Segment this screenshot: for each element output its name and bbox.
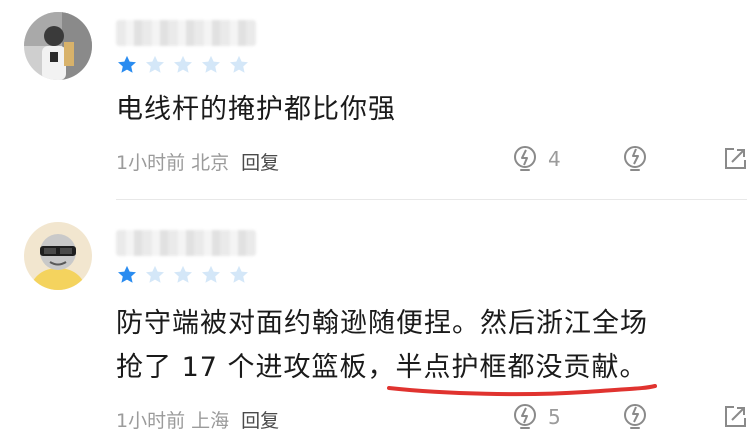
star-empty-icon xyxy=(202,55,220,73)
star-empty-icon xyxy=(174,55,192,73)
comment-body-line: 防守端被对面约翰逊随便捏。然后浙江全场 xyxy=(116,308,648,339)
like-count: 4 xyxy=(548,147,561,171)
highlighted-text: 半点护框都没贡献 xyxy=(395,352,620,383)
comment-actions: 4 xyxy=(510,144,747,174)
star-empty-icon xyxy=(202,265,220,283)
comment-item: 防守端被对面约翰逊随便捏。然后浙江全场 抢了 17 个进攻篮板，半点护框都没贡献… xyxy=(0,200,747,446)
avatar-cartoon-icon xyxy=(24,222,92,290)
star-empty-icon xyxy=(174,265,192,283)
dislike-button[interactable] xyxy=(620,144,720,174)
like-button[interactable]: 5 xyxy=(510,402,620,432)
share-icon xyxy=(725,406,746,427)
star-filled-icon xyxy=(118,55,136,73)
rating-stars xyxy=(116,54,250,76)
username-obscured xyxy=(116,230,256,256)
comment-text-segment: 抢了 17 个进攻篮板， xyxy=(116,352,396,383)
comment-body: 电线杆的掩护都比你强 xyxy=(116,94,396,125)
comment-location: 北京 xyxy=(191,152,230,174)
comment-meta: 1小时前 北京 回复 xyxy=(116,148,279,175)
share-button[interactable] xyxy=(720,402,747,432)
lightbulb-up-icon xyxy=(514,404,536,429)
reply-button[interactable]: 回复 xyxy=(241,406,279,433)
star-empty-icon xyxy=(230,265,248,283)
share-button[interactable] xyxy=(720,144,747,174)
comment-meta: 1小时前 上海 回复 xyxy=(116,406,279,433)
comment-body: 防守端被对面约翰逊随便捏。然后浙江全场 抢了 17 个进攻篮板，半点护框都没贡献… xyxy=(116,302,717,390)
avatar-photo-icon xyxy=(24,12,92,80)
avatar[interactable] xyxy=(24,222,92,290)
comment-list: 电线杆的掩护都比你强 1小时前 北京 回复 4 防守端被对面约翰逊随便捏。然后浙… xyxy=(0,0,747,446)
comment-actions: 5 xyxy=(510,402,747,432)
username-obscured xyxy=(116,20,256,46)
like-count: 5 xyxy=(548,405,561,429)
comment-body-line: 抢了 17 个进攻篮板，半点护框都没贡献。 xyxy=(116,346,717,390)
star-empty-icon xyxy=(146,55,164,73)
star-empty-icon xyxy=(146,265,164,283)
reply-button[interactable]: 回复 xyxy=(241,148,279,175)
dislike-button[interactable] xyxy=(620,402,720,432)
lightbulb-up-icon xyxy=(514,146,536,171)
rating-stars xyxy=(116,264,250,286)
share-icon xyxy=(725,148,746,169)
comment-item: 电线杆的掩护都比你强 1小时前 北京 回复 4 xyxy=(0,0,747,200)
comment-text-segment: 。 xyxy=(619,352,648,383)
lightbulb-down-icon xyxy=(624,404,646,429)
star-empty-icon xyxy=(230,55,248,73)
like-button[interactable]: 4 xyxy=(510,144,620,174)
comment-time: 1小时前 xyxy=(116,152,186,174)
comment-time: 1小时前 xyxy=(116,410,186,432)
star-filled-icon xyxy=(118,265,136,283)
avatar[interactable] xyxy=(24,12,92,80)
lightbulb-down-icon xyxy=(624,146,646,171)
comment-location: 上海 xyxy=(191,410,230,432)
